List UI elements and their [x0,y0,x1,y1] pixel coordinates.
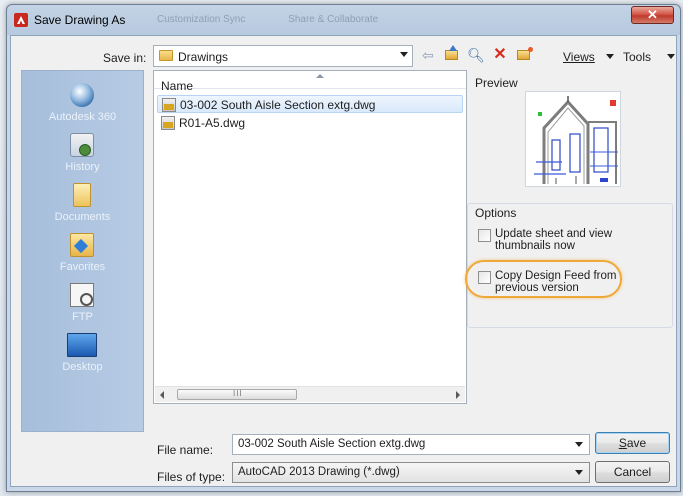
place-favorites[interactable]: Favorites [22,231,143,281]
place-label: Desktop [62,361,103,373]
folder-icon [159,50,173,61]
delete-icon[interactable]: ✕ [491,46,509,64]
file-name-label: File name: [157,443,214,457]
place-history[interactable]: History [22,131,143,181]
place-label: Autodesk 360 [48,111,117,123]
file-type-dropdown[interactable]: AutoCAD 2013 Drawing (*.dwg) [232,462,590,483]
sort-ascending-icon [316,74,324,78]
dwg-file-icon [161,116,175,130]
update-thumbnails-checkbox[interactable] [478,229,491,242]
place-ftp[interactable]: FTP [22,281,143,331]
cancel-button[interactable]: Cancel [595,461,670,483]
chevron-down-icon[interactable] [575,442,583,447]
save-button[interactable]: Save [595,432,670,454]
place-label: Documents [54,211,111,223]
horizontal-scrollbar[interactable]: III [155,386,465,402]
ghost-tab: Share & Collaborate [288,14,379,25]
place-autodesk-360[interactable]: Autodesk 360 [22,81,143,131]
title-bar[interactable]: Save Drawing As Customization Sync Share… [7,5,680,35]
ftp-icon [70,283,94,307]
desktop-icon [67,333,97,357]
up-folder-icon[interactable] [443,45,461,64]
place-documents[interactable]: Documents [22,181,143,231]
preview-label: Preview [475,76,518,90]
back-icon[interactable]: ⇦ [419,46,437,64]
callout-highlight-ring [465,260,622,298]
options-label: Options [475,206,517,220]
name-column-header[interactable]: Name [154,71,466,93]
views-menu[interactable]: Views [563,50,595,64]
drawing-preview [525,91,621,187]
place-desktop[interactable]: Desktop [22,331,143,381]
file-type-value: AutoCAD 2013 Drawing (*.dwg) [238,466,400,478]
dwg-file-icon [162,98,176,112]
file-row-selected[interactable]: 03-002 South Aisle Section extg.dwg [157,95,463,113]
save-in-value: Drawings [178,50,229,64]
search-icon[interactable]: 🔍︎ [467,46,485,64]
save-mnemonic: S [618,436,627,450]
autocad-logo-icon [14,13,28,27]
update-thumbnails-label: Update sheet and view thumbnails now [495,228,612,252]
dialog-body: Save in: Drawings ⇦ 🔍︎ ✕ Views Tools Aut… [10,35,677,487]
chevron-down-icon [400,52,408,57]
scroll-right-icon[interactable] [456,391,460,399]
places-bar: Autodesk 360 History Documents Favorites… [21,70,144,432]
scroll-thumb[interactable]: III [177,389,297,400]
save-in-label: Save in: [103,51,147,65]
file-name-value: 03-002 South Aisle Section extg.dwg [238,438,426,450]
chevron-down-icon [575,470,583,475]
save-drawing-dialog: Save Drawing As Customization Sync Share… [6,4,681,492]
save-label-rest: ave [626,436,647,450]
file-row[interactable]: R01-A5.dwg [157,114,463,132]
scroll-grip: III [233,389,243,398]
file-name: 03-002 South Aisle Section extg.dwg [180,98,376,112]
file-type-label: Files of type: [157,470,226,484]
documents-icon [73,183,91,207]
file-name-input[interactable]: 03-002 South Aisle Section extg.dwg [232,434,590,455]
close-button[interactable]: ✕ [631,6,674,24]
background-ribbon-tabs: Customization Sync Share & Collaborate [157,14,418,25]
views-dropdown-icon[interactable] [606,54,614,59]
dialog-title: Save Drawing As [34,13,126,27]
place-label: Favorites [59,261,106,273]
favorites-icon [70,233,94,257]
drawing-thumbnail-image [526,92,620,186]
place-label: History [65,161,100,173]
create-folder-icon[interactable] [515,46,533,64]
history-icon [70,133,94,157]
up-arrow-folder-icon [445,45,458,60]
scroll-left-icon[interactable] [160,391,164,399]
tools-dropdown-icon[interactable] [667,54,675,59]
ghost-tab: Customization Sync [157,14,246,25]
file-name: R01-A5.dwg [179,116,246,130]
column-name-label: Name [161,79,194,93]
save-in-dropdown[interactable]: Drawings [153,45,413,67]
tools-menu[interactable]: Tools [623,50,651,64]
file-list[interactable]: Name 03-002 South Aisle Section extg.dwg… [153,70,467,404]
cloud-icon [70,83,94,107]
place-label: FTP [72,311,93,323]
new-folder-icon [517,47,533,60]
